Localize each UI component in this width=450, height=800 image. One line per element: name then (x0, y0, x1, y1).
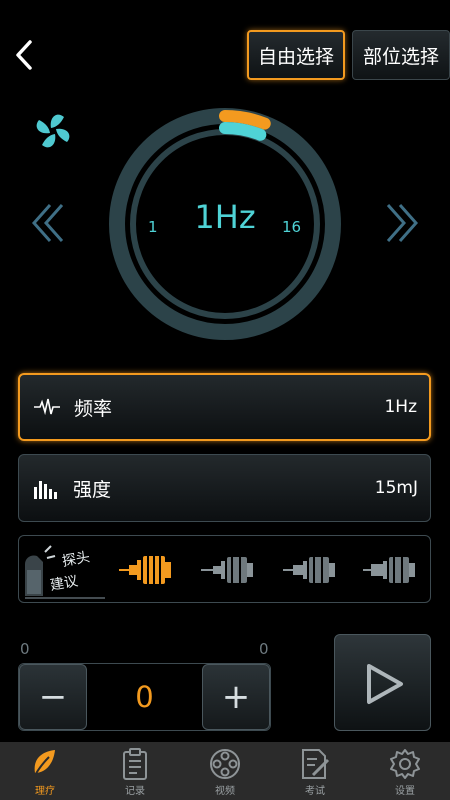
count-left: 0 (20, 640, 30, 658)
intensity-label: 强度 (73, 478, 112, 501)
tab-label: 记录 (125, 786, 145, 797)
clipboard-icon (123, 748, 147, 780)
tab-label: 理疗 (35, 786, 55, 797)
play-icon (367, 664, 403, 704)
count-right: 0 (259, 640, 269, 658)
fan-icon (36, 114, 70, 148)
bottom-tab-bar: 理疗 记录 视频 考试 设置 (0, 742, 450, 800)
chevron-left-icon (16, 40, 32, 70)
tab-label: 设置 (395, 786, 415, 797)
free-select-button[interactable]: 自由选择 (247, 30, 345, 80)
tab-settings[interactable]: 设置 (360, 742, 450, 800)
frequency-row[interactable]: 频率 1Hz (18, 373, 431, 441)
dial-progress-inner (219, 122, 267, 141)
body-part-select-button[interactable]: 部位选择 (352, 30, 450, 80)
tab-video[interactable]: 视频 (180, 742, 270, 800)
tab-records[interactable]: 记录 (90, 742, 180, 800)
probe-suggest-line1: 探头 (61, 549, 91, 570)
increment-button[interactable]: + (202, 664, 270, 730)
bars-icon (34, 481, 57, 499)
film-reel-icon (210, 749, 240, 779)
count-value: 0 (135, 680, 154, 714)
dial-max-label: 16 (282, 218, 302, 236)
probe-suggest-line2: 建议 (49, 573, 79, 594)
probe-suggestion-button[interactable]: 探头 建议 (21, 540, 107, 600)
next-chevron-icon[interactable] (382, 200, 422, 246)
intensity-value: 15mJ (374, 478, 418, 498)
tab-label: 考试 (305, 786, 325, 797)
gear-icon (390, 749, 420, 779)
tab-exam[interactable]: 考试 (270, 742, 360, 800)
start-button[interactable] (334, 634, 431, 731)
leaf-icon (32, 750, 55, 780)
decrement-button[interactable]: − (19, 664, 87, 730)
tab-label: 视频 (215, 786, 235, 797)
probe-item[interactable] (281, 550, 341, 590)
dial-value: 1Hz (194, 198, 256, 236)
back-button[interactable] (8, 36, 42, 74)
count-stepper: − 0 + (18, 663, 271, 731)
probe-item[interactable] (361, 550, 421, 590)
probe-selector: 探头 建议 (18, 535, 431, 603)
probe-item[interactable] (199, 550, 259, 590)
tab-therapy[interactable]: 理疗 (0, 742, 90, 800)
dial-min-label: 1 (148, 218, 158, 236)
previous-chevron-icon[interactable] (28, 200, 68, 246)
intensity-row[interactable]: 强度 15mJ (18, 454, 431, 522)
waveform-icon (34, 398, 60, 416)
frequency-label: 频率 (74, 397, 113, 420)
probe-item[interactable] (117, 550, 177, 590)
frequency-value: 1Hz (384, 397, 417, 417)
exam-paper-icon (302, 749, 330, 779)
